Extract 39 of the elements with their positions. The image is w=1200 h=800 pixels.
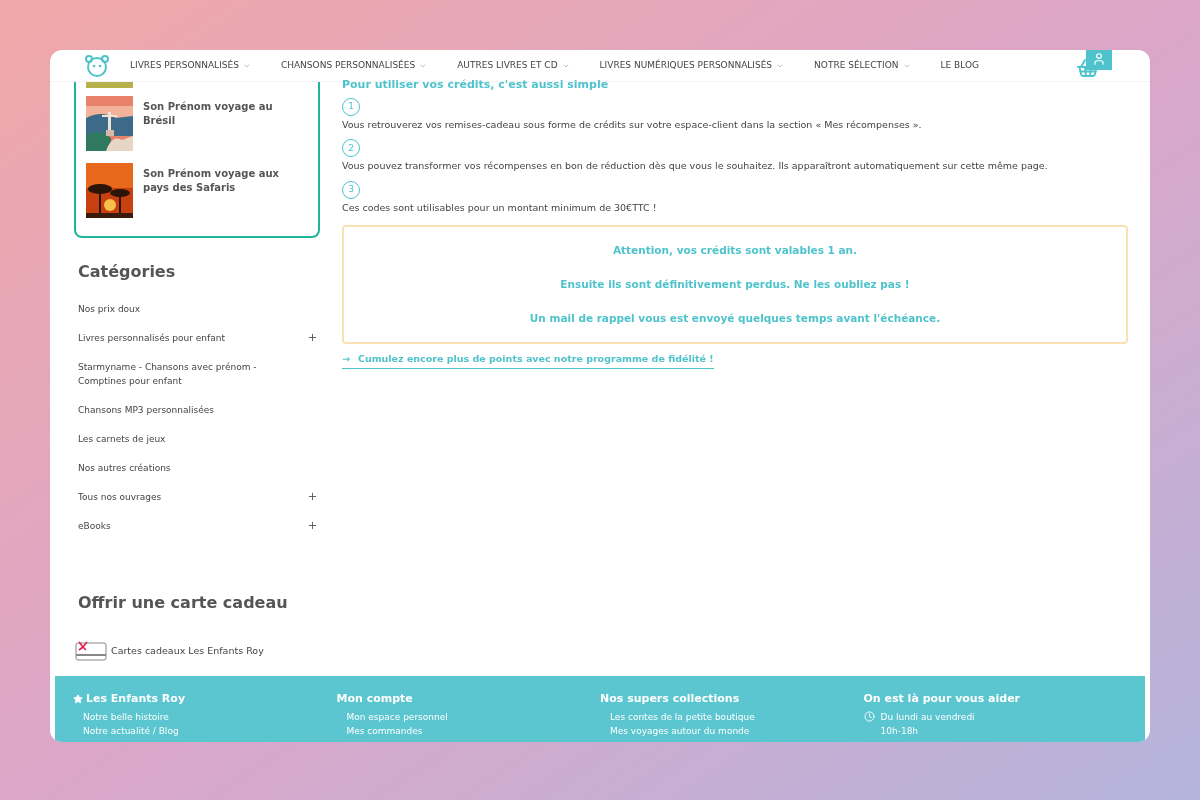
gift-card-link[interactable]: Cartes cadeaux Les Enfants Roy [111,643,264,659]
footer-heading: Les Enfants Roy [86,691,186,707]
footer-heading: Nos supers collections [600,691,740,707]
footer-heading: Mon compte [336,691,413,707]
step-text: Ces codes sont utilisables pour un montant minimum de 30€TTC ! [342,200,658,215]
category-link[interactable]: eBooks [78,519,278,533]
gift-card-icon [75,641,107,661]
notice-text: Attention, vos crédits sont valables 1 an. [612,242,858,258]
nav-link[interactable]: LIVRES NUMÉRIQUES PERSONNALISÉS [599,58,785,73]
link-text: Cumulez encore plus de points avec notre programme de fidélité ! [357,351,714,366]
category-link[interactable]: Nos autres créations [78,461,278,475]
category-link[interactable]: Chansons MP3 personnalisées [78,403,278,417]
product-title[interactable]: Son Prénom voyage aux pays des Safaris [143,163,308,218]
nav-link[interactable]: AUTRES LIVRES ET CD [457,58,570,73]
notice-text: Un mail de rappel vous est envoyé quelques temps avant l'échéance. [529,310,941,326]
category-link[interactable]: Les carnets de jeux [78,432,278,446]
user-icon [1092,51,1106,66]
section-heading: Catégories [78,261,177,283]
nav-link[interactable]: NOTRE SÉLECTION [814,58,911,73]
nav-link[interactable]: LE BLOG [940,58,980,73]
section-heading: Offrir une carte cadeau [78,592,289,614]
nav-link[interactable]: CHANSONS PERSONNALISÉES [280,58,428,73]
footer-heading: On est là pour vous aider [863,691,1021,707]
nav-link[interactable]: LIVRES PERSONNALISÉS [130,58,251,73]
notice-text: Ensuite ils sont définitivement perdus. Ne les oubliez pas ! [560,276,910,292]
expand-icon[interactable] [307,332,318,343]
category-link[interactable]: Nos prix doux [78,302,278,316]
category-link[interactable]: Starmyname - Chansons avec prénom - Comptines pour enfant [78,360,278,388]
product-title[interactable]: Son Prénom voyage au Brésil [143,96,308,151]
category-link[interactable]: Livres personnalisés pour enfant [78,331,278,345]
category-link[interactable]: Tous nos ouvrages [78,490,278,504]
section-heading: Pour utiliser vos crédits, c'est aussi simple [342,79,610,91]
expand-icon[interactable] [307,491,318,502]
clock-icon [863,711,875,722]
expand-icon[interactable] [307,520,318,531]
step-text: Vous pouvez transformer vos récompenses en bon de réduction dès que vous le souhaitez. Ils apparaîtront automatiquement sur cette même page. [342,159,1049,174]
star-icon [73,694,83,705]
arrow-icon: → [342,351,350,366]
step-text: Vous retrouverez vos remises-cadeau sous forme de crédits sur votre espace-client dans la section « Mes récompenses ». [342,118,923,132]
